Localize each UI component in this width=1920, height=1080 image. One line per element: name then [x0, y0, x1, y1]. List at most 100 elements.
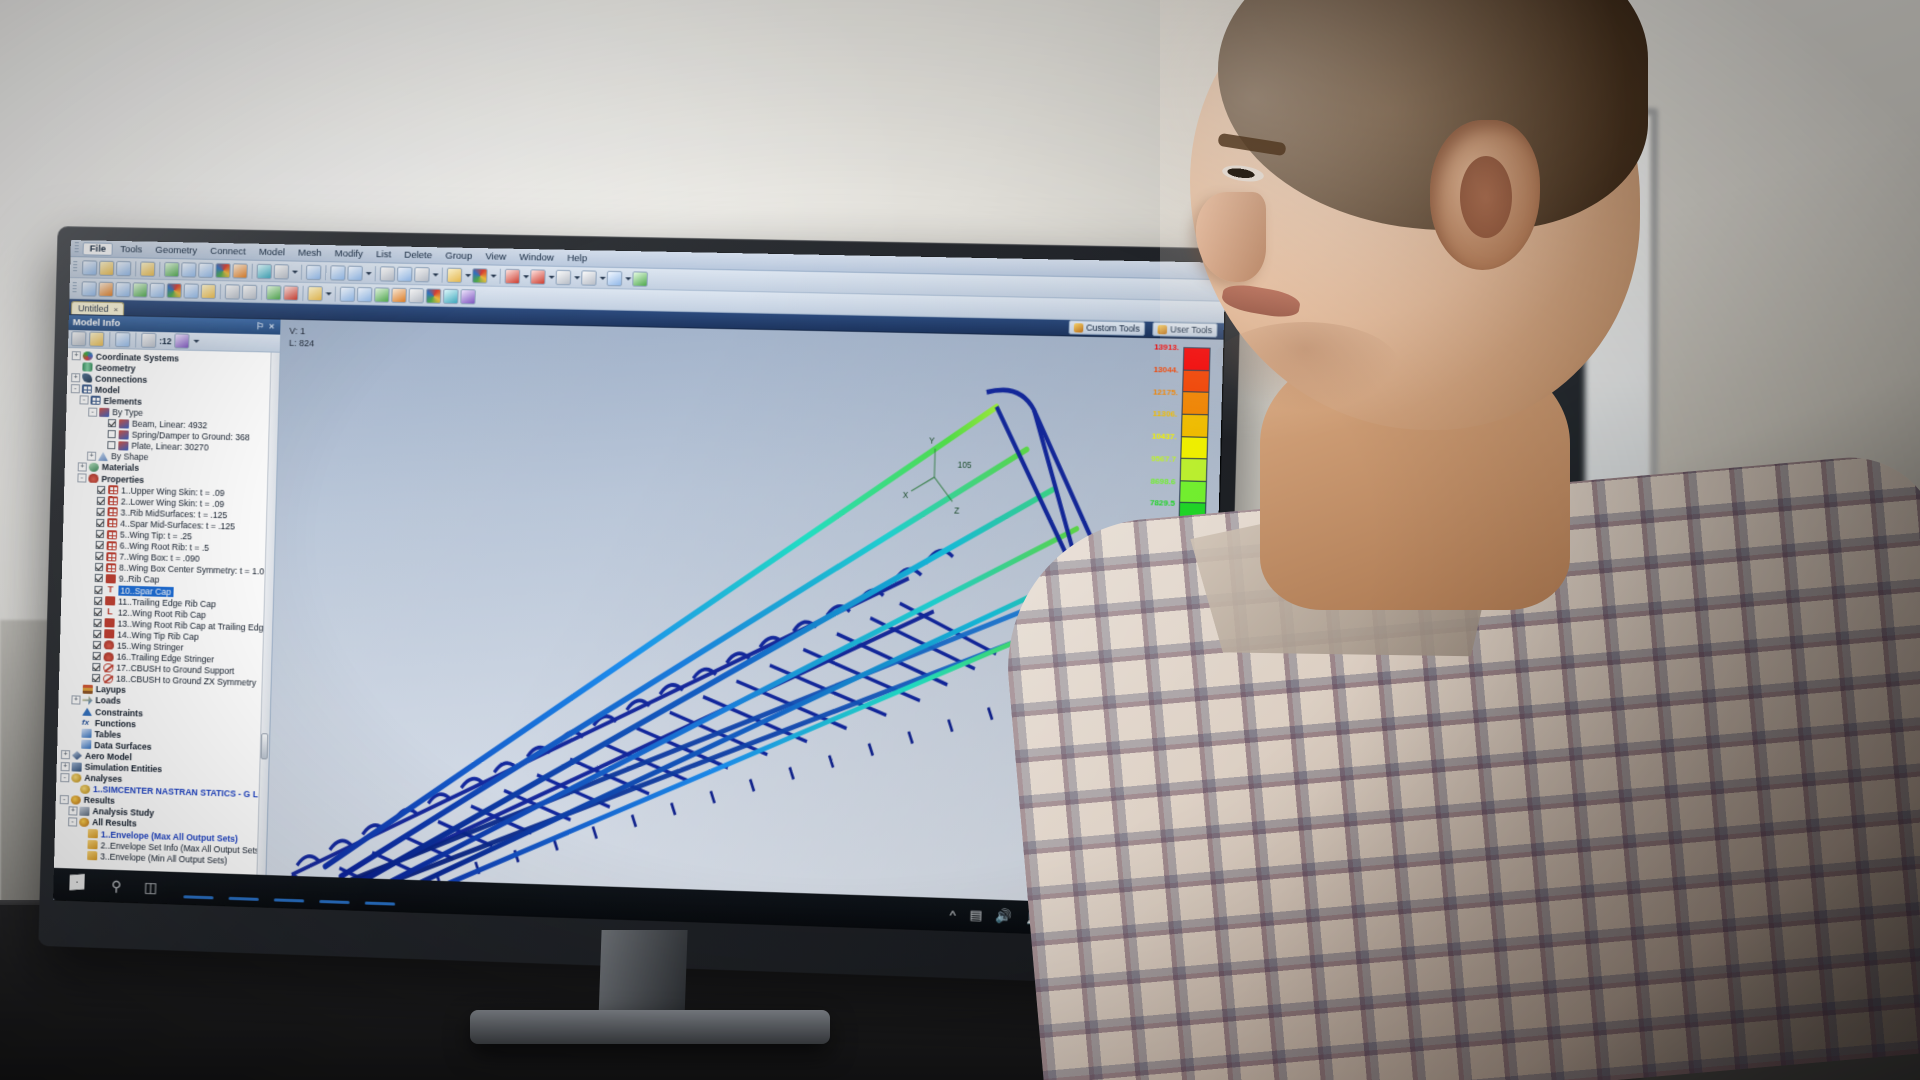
data-table-icon[interactable] [115, 281, 131, 297]
menu-item-connect[interactable]: Connect [204, 244, 252, 258]
model-tree[interactable]: + Coordinate Systems Geometry + Connections -… [53, 348, 280, 897]
expand-icon[interactable]: + [60, 761, 70, 771]
expand-icon[interactable]: + [86, 451, 97, 461]
notifications-icon[interactable]: 🗎 1 [1181, 911, 1198, 939]
pan-icon[interactable] [347, 265, 363, 281]
element-icon[interactable] [425, 287, 442, 304]
chevron-down-icon[interactable] [489, 268, 496, 283]
menu-item-modify[interactable]: Modify [328, 247, 369, 261]
layers-icon[interactable] [224, 283, 241, 300]
point-icon[interactable] [339, 286, 356, 302]
toolbar-grip[interactable] [73, 261, 78, 274]
chevron-down-icon[interactable] [324, 286, 330, 301]
paint-icon[interactable] [174, 333, 190, 349]
entity-editor-icon[interactable] [98, 281, 114, 297]
pick-icon[interactable] [530, 268, 546, 285]
visibility-checkbox[interactable] [92, 640, 102, 650]
model-info-icon[interactable] [81, 280, 97, 297]
list-icon[interactable] [379, 265, 396, 282]
tree-filter-icon[interactable] [115, 332, 131, 348]
visibility-checkbox[interactable] [92, 663, 101, 672]
property-icon[interactable] [442, 288, 459, 304]
solid-icon[interactable] [391, 287, 407, 303]
chevron-down-icon[interactable] [193, 334, 199, 349]
group-icon[interactable] [396, 266, 413, 282]
rotate-icon[interactable] [305, 264, 322, 280]
view-style-icon[interactable] [414, 266, 430, 282]
expand-icon[interactable]: + [60, 750, 71, 760]
api-programming-icon[interactable] [149, 282, 165, 298]
contour-icon[interactable] [472, 267, 488, 284]
menu-item-window[interactable]: Window [513, 250, 560, 264]
chevron-down-icon[interactable] [522, 269, 529, 284]
chart-icon[interactable] [132, 281, 148, 298]
chevron-down-icon[interactable] [291, 264, 297, 279]
visibility-checkbox[interactable] [107, 441, 116, 450]
bluetooth-icon[interactable]: ⚙ [1056, 910, 1069, 927]
preferences-icon[interactable] [139, 260, 156, 277]
collapse-icon[interactable]: - [79, 395, 89, 405]
tab-untitled[interactable]: Untitled × [70, 301, 125, 316]
material-icon[interactable] [460, 288, 476, 305]
search-icon[interactable]: ⚲ [99, 877, 133, 895]
chevron-down-icon[interactable] [598, 270, 605, 285]
visibility-checkbox[interactable] [107, 430, 116, 439]
visibility-checkbox[interactable] [93, 607, 102, 616]
messages-icon[interactable] [183, 282, 200, 299]
visibility-checkbox[interactable] [94, 596, 103, 605]
taskbar-clock[interactable]: 16:41 07.08.2019 [1115, 909, 1168, 933]
task-view-icon[interactable]: ◫ [133, 878, 168, 896]
menu-item-model[interactable]: Model [253, 245, 292, 259]
visibility-checkbox[interactable] [107, 419, 117, 428]
print-icon[interactable] [273, 263, 290, 280]
render-icon[interactable] [215, 262, 231, 278]
view-window-icon[interactable] [307, 285, 323, 301]
menu-item-view[interactable]: View [479, 250, 512, 264]
collapse-icon[interactable]: - [68, 817, 78, 827]
box-select-icon[interactable] [555, 269, 572, 285]
select-none-icon[interactable] [504, 268, 521, 284]
visibility-checkbox[interactable] [94, 574, 103, 583]
save-file-icon[interactable] [115, 260, 132, 276]
curve-icon[interactable] [356, 286, 373, 302]
pin-icon[interactable]: ⚐ [256, 321, 264, 332]
visibility-checkbox[interactable] [93, 618, 102, 627]
measure-icon[interactable] [446, 267, 463, 283]
visibility-checkbox[interactable] [95, 541, 104, 550]
load-set-icon[interactable] [265, 284, 282, 300]
freehand-select-icon[interactable] [606, 270, 623, 286]
menu-item-list[interactable]: List [370, 247, 397, 261]
battery-icon[interactable]: ▤ [969, 907, 982, 924]
open-file-icon[interactable] [98, 260, 115, 276]
toolbar-grip[interactable] [74, 242, 79, 255]
user-tools-button[interactable]: User Tools [1152, 321, 1218, 338]
surface-icon[interactable] [374, 286, 390, 303]
custom-tools-button[interactable]: Custom Tools [1068, 320, 1146, 336]
visibility-checkbox[interactable] [96, 496, 105, 505]
collapse-icon[interactable]: - [70, 384, 80, 394]
menu-item-tools[interactable]: Tools [114, 242, 149, 256]
post-processing-icon[interactable] [166, 282, 182, 298]
menu-item-geometry[interactable]: Geometry [149, 243, 203, 257]
collapse-icon[interactable]: - [60, 772, 70, 782]
spreadsheet-icon[interactable] [200, 283, 217, 299]
chevron-down-icon[interactable] [364, 265, 370, 280]
chevron-up-icon[interactable]: ^ [949, 907, 956, 923]
visibility-checkbox[interactable] [96, 507, 105, 516]
chevron-down-icon[interactable] [624, 271, 631, 286]
menu-item-delete[interactable]: Delete [398, 248, 438, 262]
toolbar-grip[interactable] [72, 282, 77, 295]
entity-select-icon[interactable] [632, 270, 648, 287]
visibility-checkbox[interactable] [91, 674, 101, 683]
expand-icon[interactable]: + [71, 373, 81, 383]
node-icon[interactable] [408, 287, 425, 303]
import-icon[interactable] [164, 261, 180, 277]
menu-item-mesh[interactable]: Mesh [292, 246, 328, 260]
start-button[interactable] [53, 874, 99, 896]
close-icon[interactable]: × [269, 321, 275, 332]
zoom-in-icon[interactable] [330, 264, 346, 281]
keyboard-icon[interactable]: ⌨ [1082, 911, 1102, 928]
volume-icon[interactable]: 🔊 [996, 908, 1013, 925]
visibility-checkbox[interactable] [92, 651, 101, 661]
expand-icon[interactable]: + [77, 462, 87, 472]
